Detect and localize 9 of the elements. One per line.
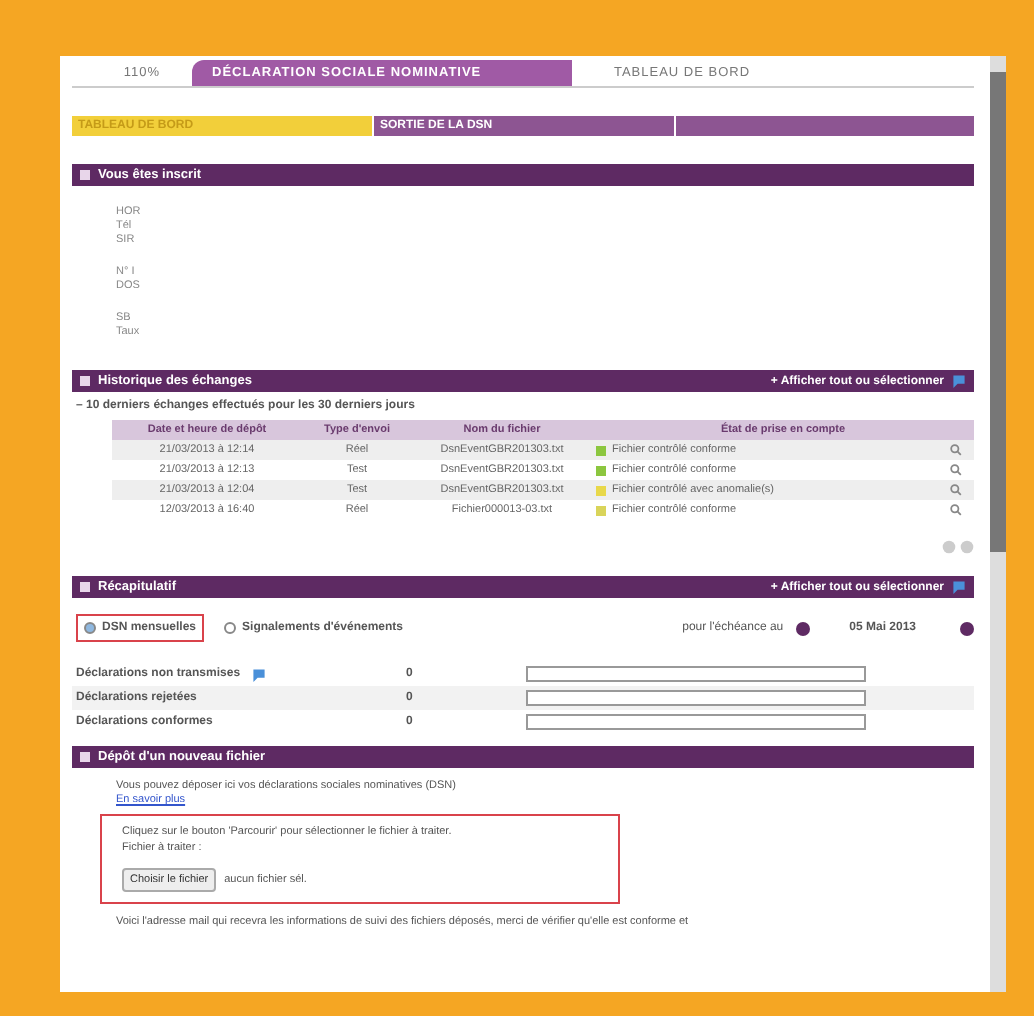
scrollbar[interactable] [990, 56, 1006, 992]
search-icon[interactable] [950, 464, 962, 476]
search-icon[interactable] [950, 504, 962, 516]
search-icon[interactable] [950, 444, 962, 456]
help-icon[interactable] [952, 374, 966, 388]
help-icon[interactable] [252, 667, 267, 681]
help-icon[interactable] [952, 580, 966, 594]
scroll-thumb[interactable] [990, 72, 1006, 552]
search-icon[interactable] [950, 484, 962, 496]
